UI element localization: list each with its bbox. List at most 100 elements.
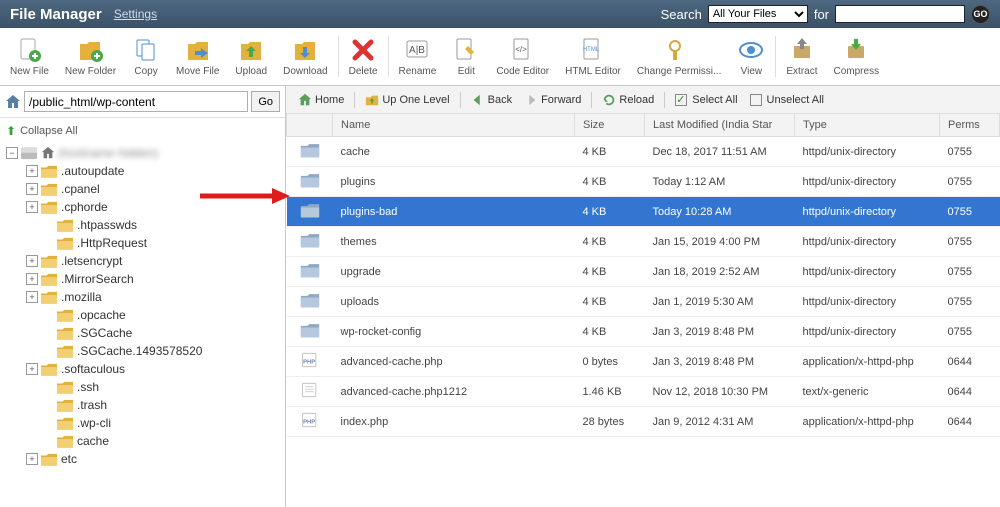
toolbar-html_editor[interactable]: HTMLHTML Editor — [557, 32, 629, 81]
folder-plus-icon — [76, 36, 104, 64]
file-row[interactable]: plugins-bad4 KBToday 10:28 AMhttpd/unix-… — [287, 197, 1000, 227]
folder-icon — [41, 363, 57, 376]
folder-icon — [41, 453, 57, 466]
tree-node[interactable]: .SGCache — [4, 324, 281, 342]
cell-perms: 0644 — [940, 407, 1000, 437]
col-size[interactable]: Size — [575, 114, 645, 137]
toolbar-compress[interactable]: Compress — [826, 32, 888, 81]
collapse-icon: ⬆ — [6, 124, 16, 138]
tree-node[interactable]: .SGCache.1493578520 — [4, 342, 281, 360]
tree-label: .ssh — [77, 380, 99, 394]
cell-modified: Jan 3, 2019 8:48 PM — [645, 317, 795, 347]
toolbar-copy[interactable]: Copy — [124, 32, 168, 81]
toolbar-new_folder[interactable]: New Folder — [57, 32, 124, 81]
expand-toggle[interactable]: + — [26, 255, 38, 267]
download-icon — [291, 36, 319, 64]
expand-toggle[interactable]: + — [26, 201, 38, 213]
crumb-reload[interactable]: Reload — [598, 91, 658, 109]
cell-size: 4 KB — [575, 197, 645, 227]
settings-link[interactable]: Settings — [114, 7, 157, 21]
tree-node[interactable]: +.softaculous — [4, 360, 281, 378]
toolbar-move_file[interactable]: Move File — [168, 32, 227, 81]
home-icon — [5, 94, 21, 110]
expand-toggle[interactable]: − — [6, 147, 18, 159]
col-name[interactable]: Name — [333, 114, 575, 137]
crumb-home[interactable]: Home — [294, 91, 348, 109]
crumb-up[interactable]: Up One Level — [361, 91, 453, 109]
tree-label: .SGCache.1493578520 — [77, 344, 202, 358]
crumb-back[interactable]: Back — [467, 91, 516, 109]
file-icon-cell: PHP — [287, 407, 333, 437]
tree-node[interactable]: + .autoupdate — [4, 162, 281, 180]
tree-node[interactable]: +etc — [4, 450, 281, 468]
search-scope-select[interactable]: All Your Files — [708, 5, 808, 23]
collapse-all-button[interactable]: ⬆ Collapse All — [0, 118, 285, 144]
tree-node[interactable]: +.cphorde — [4, 198, 281, 216]
folder-icon — [57, 435, 73, 448]
toolbar-delete[interactable]: Delete — [341, 32, 386, 81]
toolbar-new_file[interactable]: New File — [2, 32, 57, 81]
tree-node[interactable]: +.cpanel — [4, 180, 281, 198]
folder-icon — [41, 165, 57, 178]
tree-node[interactable]: .trash — [4, 396, 281, 414]
file-row[interactable]: uploads4 KBJan 1, 2019 5:30 AMhttpd/unix… — [287, 287, 1000, 317]
col-type[interactable]: Type — [795, 114, 940, 137]
tree-node[interactable]: .opcache — [4, 306, 281, 324]
folder-icon — [57, 381, 73, 394]
folder-icon — [57, 399, 73, 412]
file-row[interactable]: upgrade4 KBJan 18, 2019 2:52 AMhttpd/uni… — [287, 257, 1000, 287]
file-row[interactable]: PHPadvanced-cache.php0 bytesJan 3, 2019 … — [287, 347, 1000, 377]
cell-size: 4 KB — [575, 317, 645, 347]
tree-label: .autoupdate — [61, 164, 124, 178]
toolbar-rename[interactable]: A|BRename — [391, 32, 445, 81]
left-panel: Go ⬆ Collapse All − (hostname hidden) +.… — [0, 86, 286, 507]
cell-perms: 0755 — [940, 137, 1000, 167]
crumb-unselect-all[interactable]: Unselect All — [746, 92, 828, 108]
tree-node[interactable]: .ssh — [4, 378, 281, 396]
tree-label: .MirrorSearch — [61, 272, 134, 286]
toolbar-change_perms[interactable]: Change Permissi... — [629, 32, 729, 81]
toolbar-code_editor[interactable]: </>Code Editor — [488, 32, 557, 81]
toolbar-view[interactable]: View — [729, 32, 773, 81]
expand-toggle[interactable]: + — [26, 453, 38, 465]
file-plus-icon — [15, 36, 43, 64]
file-icon-cell — [287, 137, 333, 167]
path-input[interactable] — [24, 91, 248, 112]
crumb-select-all[interactable]: Select All — [671, 92, 741, 108]
search-go-button[interactable]: GO — [971, 5, 990, 24]
cell-perms: 0644 — [940, 377, 1000, 407]
drive-icon — [21, 147, 37, 160]
cell-modified: Jan 15, 2019 4:00 PM — [645, 227, 795, 257]
search-input[interactable] — [835, 5, 965, 23]
file-row[interactable]: plugins4 KBToday 1:12 AMhttpd/unix-direc… — [287, 167, 1000, 197]
toolbar-upload[interactable]: Upload — [227, 32, 275, 81]
path-go-button[interactable]: Go — [251, 91, 280, 112]
crumb-forward[interactable]: Forward — [520, 91, 585, 109]
col-perms[interactable]: Perms — [940, 114, 1000, 137]
toolbar-edit[interactable]: Edit — [444, 32, 488, 81]
expand-toggle[interactable]: + — [26, 291, 38, 303]
tree-node[interactable]: .wp-cli — [4, 414, 281, 432]
tree-node[interactable]: .HttpRequest — [4, 234, 281, 252]
file-row[interactable]: themes4 KBJan 15, 2019 4:00 PMhttpd/unix… — [287, 227, 1000, 257]
expand-toggle[interactable]: + — [26, 183, 38, 195]
file-row[interactable]: advanced-cache.php12121.46 KBNov 12, 201… — [287, 377, 1000, 407]
cell-modified: Nov 12, 2018 10:30 PM — [645, 377, 795, 407]
path-row: Go — [0, 86, 285, 118]
col-icon[interactable] — [287, 114, 333, 137]
tree-node[interactable]: +.letsencrypt — [4, 252, 281, 270]
tree-node[interactable]: .htpasswds — [4, 216, 281, 234]
file-row[interactable]: wp-rocket-config4 KBJan 3, 2019 8:48 PMh… — [287, 317, 1000, 347]
tree-root[interactable]: − (hostname hidden) — [4, 144, 281, 162]
file-row[interactable]: PHPindex.php28 bytesJan 9, 2012 4:31 AMa… — [287, 407, 1000, 437]
toolbar-extract[interactable]: Extract — [778, 32, 825, 81]
tree-node[interactable]: + .MirrorSearch — [4, 270, 281, 288]
expand-toggle[interactable]: + — [26, 363, 38, 375]
expand-toggle[interactable]: + — [26, 165, 38, 177]
tree-node[interactable]: +.mozilla — [4, 288, 281, 306]
file-row[interactable]: cache4 KBDec 18, 2017 11:51 AMhttpd/unix… — [287, 137, 1000, 167]
toolbar-download[interactable]: Download — [275, 32, 335, 81]
col-modified[interactable]: Last Modified (India Star — [645, 114, 795, 137]
expand-toggle[interactable]: + — [26, 273, 38, 285]
tree-node[interactable]: cache — [4, 432, 281, 450]
